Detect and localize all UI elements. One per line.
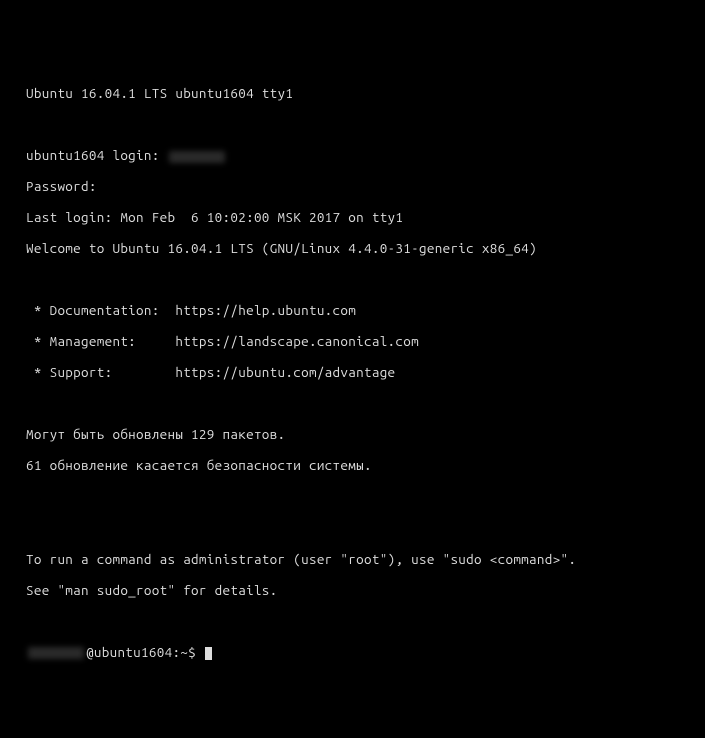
- management-link: * Management: https://landscape.canonica…: [26, 334, 705, 350]
- blank-line: [26, 614, 705, 630]
- support-link: * Support: https://ubuntu.com/advantage: [26, 365, 705, 381]
- blank-line: [26, 396, 705, 412]
- sudo-hint-1: To run a command as administrator (user …: [26, 552, 705, 568]
- blank-line: [26, 272, 705, 288]
- security-updates: 61 обновление касается безопасности сист…: [26, 458, 705, 474]
- prompt-username-redacted: [28, 647, 84, 659]
- login-prompt-label: ubuntu1604 login:: [26, 147, 167, 163]
- username-redacted: [169, 151, 225, 163]
- password-prompt: Password:: [26, 179, 705, 195]
- blank-line: [26, 117, 705, 133]
- shell-prompt: @ubuntu1604:~$: [86, 644, 204, 660]
- cursor-icon: [205, 647, 212, 660]
- shell-prompt-line[interactable]: @ubuntu1604:~$: [26, 645, 705, 661]
- blank-line: [26, 489, 705, 505]
- welcome-message: Welcome to Ubuntu 16.04.1 LTS (GNU/Linux…: [26, 241, 705, 257]
- documentation-link: * Documentation: https://help.ubuntu.com: [26, 303, 705, 319]
- updates-available: Могут быть обновлены 129 пакетов.: [26, 427, 705, 443]
- login-prompt-line: ubuntu1604 login:: [26, 148, 705, 164]
- last-login: Last login: Mon Feb 6 10:02:00 MSK 2017 …: [26, 210, 705, 226]
- sudo-hint-2: See "man sudo_root" for details.: [26, 583, 705, 599]
- blank-line: [26, 521, 705, 537]
- tty-header: Ubuntu 16.04.1 LTS ubuntu1604 tty1: [26, 86, 705, 102]
